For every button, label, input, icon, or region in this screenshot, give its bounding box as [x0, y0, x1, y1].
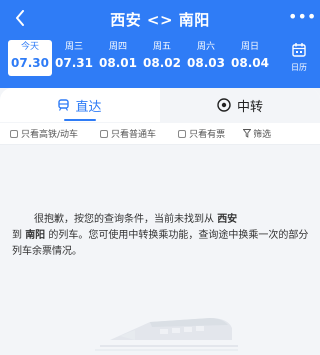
date-item-1[interactable]: 周三 07.31 [52, 40, 96, 76]
filter-button[interactable]: 筛选 [243, 127, 271, 140]
calendar-icon [292, 43, 306, 57]
train-illustration [95, 318, 238, 351]
empty-state-message: 很抱歉，按您的查询条件，当前未找到从 西安 到 南阳 的列车。您可使用中转换乘功… [12, 212, 312, 260]
date-weekday: 周五 [152, 42, 171, 52]
train-icon [58, 99, 70, 111]
date-weekday: 周四 [108, 42, 127, 52]
filter-bar: 只看高铁/动车 只看普通车 只看有票 筛选 [0, 123, 320, 145]
tab-transfer-label: 中转 [236, 99, 263, 115]
filter-icon [243, 129, 252, 138]
empty-text-part1: 很抱歉，按您的查询条件，当前未找到从 [34, 214, 214, 225]
calendar-label: 日历 [291, 63, 307, 72]
app-header: 西安 <> 南阳 ••• 今天 07.30 周三 07.31 周四 08.01 … [0, 0, 320, 88]
more-icon: ••• [288, 7, 317, 26]
calendar-button[interactable]: 日历 [286, 42, 312, 76]
nav-bar: 西安 <> 南阳 ••• [0, 0, 320, 38]
date-item-2[interactable]: 周四 08.01 [96, 40, 140, 76]
date-selector: 今天 07.30 周三 07.31 周四 08.01 周五 08.02 周六 0… [8, 40, 278, 76]
date-item-4[interactable]: 周六 08.03 [184, 40, 228, 76]
date-value: 07.30 [11, 56, 49, 70]
date-value: 08.04 [231, 56, 269, 70]
filter-tickets-label: 只看有票 [189, 130, 226, 140]
chevron-left-icon [16, 10, 24, 26]
filter-tickets[interactable]: 只看有票 [178, 127, 225, 140]
active-tab-indicator [64, 119, 96, 121]
date-weekday: 周三 [64, 42, 83, 52]
date-item-0[interactable]: 今天 07.30 [8, 40, 52, 76]
tab-direct[interactable]: 直达 [0, 88, 160, 122]
date-item-3[interactable]: 周五 08.02 [140, 40, 184, 76]
filter-normal[interactable]: 只看普通车 [100, 127, 156, 140]
checkbox-icon [178, 129, 187, 138]
date-item-5[interactable]: 周日 08.04 [228, 40, 272, 76]
date-value: 08.03 [187, 56, 225, 70]
filter-high-speed[interactable]: 只看高铁/动车 [10, 127, 78, 140]
date-value: 07.31 [55, 56, 93, 70]
filter-button-label: 筛选 [253, 130, 272, 140]
empty-text-part2: 到 [12, 230, 22, 241]
back-button[interactable] [8, 6, 32, 30]
date-weekday: 周六 [196, 42, 215, 52]
more-options-button[interactable]: ••• [288, 7, 316, 27]
date-value: 08.01 [99, 56, 137, 70]
tab-transfer[interactable]: 中转 [160, 88, 320, 122]
checkbox-icon [10, 129, 18, 138]
tab-bar: 直达 中转 [0, 88, 320, 122]
date-weekday: 周日 [240, 42, 259, 52]
empty-text-part3: 的列车。您可使用中转换乘功能，查询途中换乘一次的部分列车余票情况。 [12, 230, 309, 257]
checkbox-icon [100, 129, 109, 138]
transfer-icon [217, 98, 231, 112]
date-weekday: 今天 [20, 42, 39, 52]
destination-station: 南阳 [25, 230, 46, 241]
date-value: 08.02 [143, 56, 181, 70]
filter-high-speed-label: 只看高铁/动车 [21, 130, 79, 140]
origin-station: 西安 [217, 214, 238, 225]
filter-normal-label: 只看普通车 [111, 130, 157, 140]
page-title: 西安 <> 南阳 [110, 11, 210, 29]
tab-direct-label: 直达 [75, 99, 102, 115]
